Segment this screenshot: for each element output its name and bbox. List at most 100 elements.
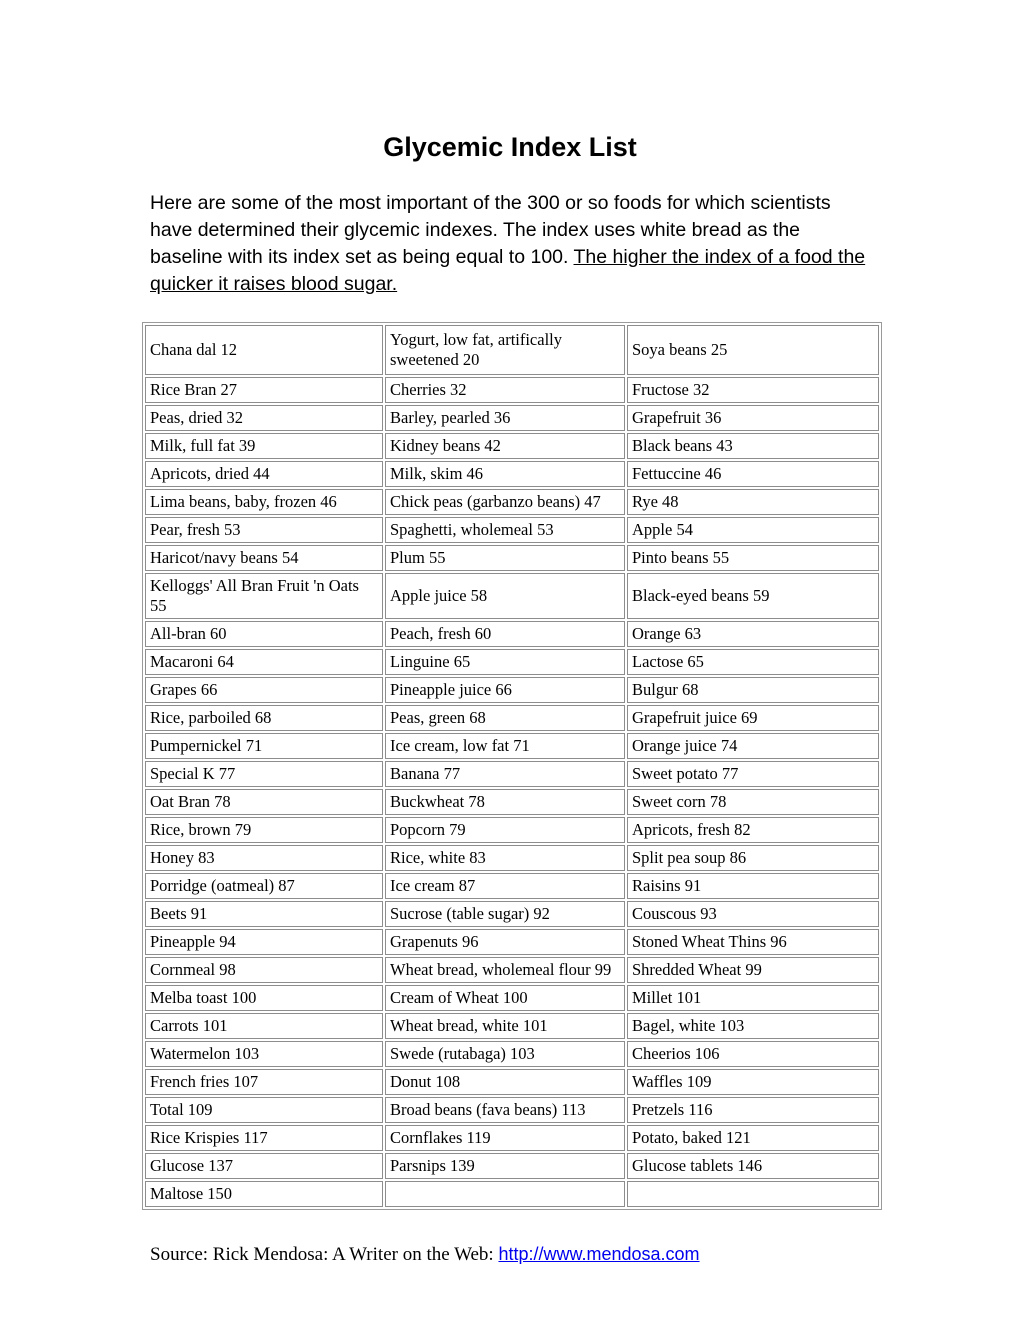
table-cell: Grapes 66 bbox=[145, 677, 383, 703]
table-cell-empty bbox=[627, 1181, 879, 1207]
table-row: Peas, dried 32 Barley, pearled 36 Grapefru… bbox=[145, 405, 879, 431]
table-cell: Rye 48 bbox=[627, 489, 879, 515]
glycemic-index-table: Chana dal 12 Yogurt, low fat, artifically… bbox=[142, 322, 882, 1210]
table-row: Apricots, dried 44 Milk, skim 46 Fettuccin… bbox=[145, 461, 879, 487]
table-cell: Cornmeal 98 bbox=[145, 957, 383, 983]
table-cell: Grapefruit juice 69 bbox=[627, 705, 879, 731]
table-cell: Lima beans, baby, frozen 46 bbox=[145, 489, 383, 515]
table-row: Total 109 Broad beans (fava beans) 113 Pre… bbox=[145, 1097, 879, 1123]
table-cell: Swede (rutabaga) 103 bbox=[385, 1041, 625, 1067]
table-cell: Plum 55 bbox=[385, 545, 625, 571]
table-cell: Glucose 137 bbox=[145, 1153, 383, 1179]
table-cell: Glucose tablets 146 bbox=[627, 1153, 879, 1179]
table-cell: Linguine 65 bbox=[385, 649, 625, 675]
table-cell: Carrots 101 bbox=[145, 1013, 383, 1039]
table-cell: Potato, baked 121 bbox=[627, 1125, 879, 1151]
source-link[interactable]: http://www.mendosa.com bbox=[498, 1244, 699, 1264]
table-row: French fries 107 Donut 108 Waffles 109 bbox=[145, 1069, 879, 1095]
table-cell: Peas, dried 32 bbox=[145, 405, 383, 431]
table-cell: Special K 77 bbox=[145, 761, 383, 787]
table-cell: Cornflakes 119 bbox=[385, 1125, 625, 1151]
table-row: Pumpernickel 71 Ice cream, low fat 71 Oran… bbox=[145, 733, 879, 759]
table-cell: Barley, pearled 36 bbox=[385, 405, 625, 431]
table-cell: Porridge (oatmeal) 87 bbox=[145, 873, 383, 899]
table-cell: Couscous 93 bbox=[627, 901, 879, 927]
table-cell: Apple 54 bbox=[627, 517, 879, 543]
table-row: Rice Bran 27 Cherries 32 Fructose 32 bbox=[145, 377, 879, 403]
table-cell: Pinto beans 55 bbox=[627, 545, 879, 571]
table-row: Honey 83 Rice, white 83 Split pea soup 86 bbox=[145, 845, 879, 871]
table-cell-empty bbox=[385, 1181, 625, 1207]
table-cell: Oat Bran 78 bbox=[145, 789, 383, 815]
table-cell: Wheat bread, white 101 bbox=[385, 1013, 625, 1039]
table-cell: Waffles 109 bbox=[627, 1069, 879, 1095]
table-cell: Orange 63 bbox=[627, 621, 879, 647]
table-cell: Apple juice 58 bbox=[385, 573, 625, 619]
table-row: Maltose 150 bbox=[145, 1181, 879, 1207]
source-line: Source: Rick Mendosa: A Writer on the We… bbox=[0, 1210, 1020, 1267]
table-body: Chana dal 12 Yogurt, low fat, artifically… bbox=[145, 325, 879, 1207]
table-cell: Pumpernickel 71 bbox=[145, 733, 383, 759]
table-row: Lima beans, baby, frozen 46 Chick peas (g… bbox=[145, 489, 879, 515]
table-cell: Fettuccine 46 bbox=[627, 461, 879, 487]
table-cell: Pretzels 116 bbox=[627, 1097, 879, 1123]
table-row: Watermelon 103 Swede (rutabaga) 103 Cheeri… bbox=[145, 1041, 879, 1067]
table-cell: Grapefruit 36 bbox=[627, 405, 879, 431]
table-row: Kelloggs' All Bran Fruit 'n Oats 55 Apple… bbox=[145, 573, 879, 619]
table-cell: Maltose 150 bbox=[145, 1181, 383, 1207]
table-cell: Macaroni 64 bbox=[145, 649, 383, 675]
table-cell: Spaghetti, wholemeal 53 bbox=[385, 517, 625, 543]
table-cell: Stoned Wheat Thins 96 bbox=[627, 929, 879, 955]
table-cell: Donut 108 bbox=[385, 1069, 625, 1095]
table-row: Glucose 137 Parsnips 139 Glucose tablets 1… bbox=[145, 1153, 879, 1179]
table-row: Grapes 66 Pineapple juice 66 Bulgur 68 bbox=[145, 677, 879, 703]
table-cell: All-bran 60 bbox=[145, 621, 383, 647]
table-cell: Sweet potato 77 bbox=[627, 761, 879, 787]
table-cell: Ice cream, low fat 71 bbox=[385, 733, 625, 759]
table-cell: Rice Bran 27 bbox=[145, 377, 383, 403]
intro-paragraph: Here are some of the most important of t… bbox=[0, 164, 1020, 298]
table-cell: Peach, fresh 60 bbox=[385, 621, 625, 647]
table-row: Pineapple 94 Grapenuts 96 Stoned Wheat Thi… bbox=[145, 929, 879, 955]
table-cell: Pineapple 94 bbox=[145, 929, 383, 955]
table-row: Rice, parboiled 68 Peas, green 68 Grapefru… bbox=[145, 705, 879, 731]
table-row: Haricot/navy beans 54 Plum 55 Pinto beans … bbox=[145, 545, 879, 571]
table-cell: Kelloggs' All Bran Fruit 'n Oats 55 bbox=[145, 573, 383, 619]
table-cell: Wheat bread, wholemeal flour 99 bbox=[385, 957, 625, 983]
table-row: Cornmeal 98 Wheat bread, wholemeal flour … bbox=[145, 957, 879, 983]
table-row: Special K 77 Banana 77 Sweet potato 77 bbox=[145, 761, 879, 787]
page-title: Glycemic Index List bbox=[383, 132, 637, 162]
table-row: All-bran 60 Peach, fresh 60 Orange 63 bbox=[145, 621, 879, 647]
glycemic-index-table-wrap: Chana dal 12 Yogurt, low fat, artifically… bbox=[0, 298, 1020, 1210]
table-cell: Pear, fresh 53 bbox=[145, 517, 383, 543]
table-cell: Pineapple juice 66 bbox=[385, 677, 625, 703]
table-cell: Cream of Wheat 100 bbox=[385, 985, 625, 1011]
table-cell: French fries 107 bbox=[145, 1069, 383, 1095]
table-cell: Buckwheat 78 bbox=[385, 789, 625, 815]
table-cell: Total 109 bbox=[145, 1097, 383, 1123]
table-cell: Apricots, dried 44 bbox=[145, 461, 383, 487]
table-cell: Chick peas (garbanzo beans) 47 bbox=[385, 489, 625, 515]
table-cell: Melba toast 100 bbox=[145, 985, 383, 1011]
source-prefix: Source: Rick Mendosa: A Writer on the We… bbox=[150, 1244, 499, 1265]
table-cell: Milk, full fat 39 bbox=[145, 433, 383, 459]
table-cell: Rice, parboiled 68 bbox=[145, 705, 383, 731]
table-cell: Peas, green 68 bbox=[385, 705, 625, 731]
table-row: Oat Bran 78 Buckwheat 78 Sweet corn 78 bbox=[145, 789, 879, 815]
table-cell: Rice Krispies 117 bbox=[145, 1125, 383, 1151]
table-cell: Shredded Wheat 99 bbox=[627, 957, 879, 983]
table-cell: Black beans 43 bbox=[627, 433, 879, 459]
table-cell: Split pea soup 86 bbox=[627, 845, 879, 871]
table-cell: Beets 91 bbox=[145, 901, 383, 927]
table-cell: Popcorn 79 bbox=[385, 817, 625, 843]
table-cell: Honey 83 bbox=[145, 845, 383, 871]
table-cell: Raisins 91 bbox=[627, 873, 879, 899]
table-cell: Black-eyed beans 59 bbox=[627, 573, 879, 619]
table-cell: Broad beans (fava beans) 113 bbox=[385, 1097, 625, 1123]
table-cell: Bagel, white 103 bbox=[627, 1013, 879, 1039]
table-cell: Rice, white 83 bbox=[385, 845, 625, 871]
table-row: Macaroni 64 Linguine 65 Lactose 65 bbox=[145, 649, 879, 675]
table-cell: Fructose 32 bbox=[627, 377, 879, 403]
table-cell: Soya beans 25 bbox=[627, 325, 879, 375]
table-cell: Yogurt, low fat, artifically sweetened 2… bbox=[385, 325, 625, 375]
